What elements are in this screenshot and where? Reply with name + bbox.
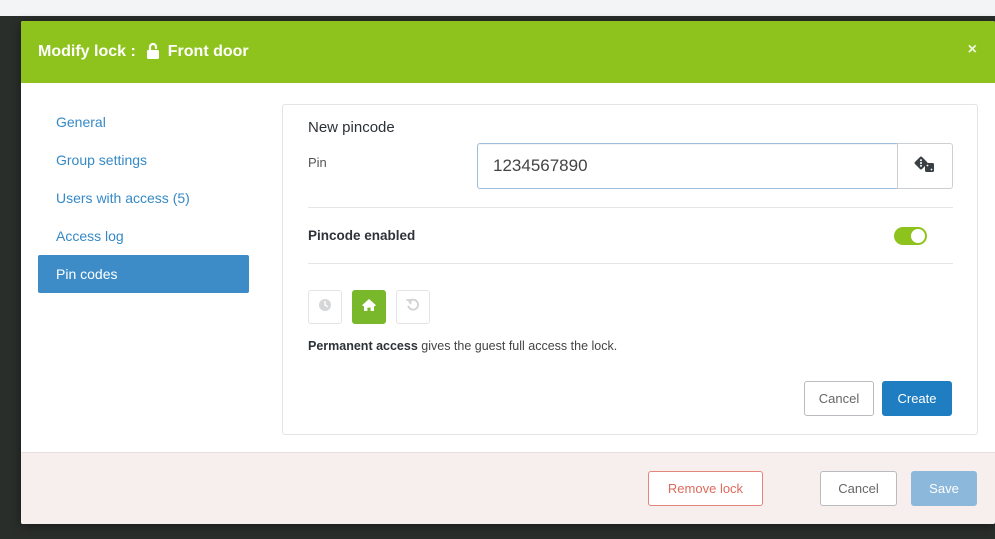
- save-button[interactable]: Save: [911, 471, 977, 506]
- close-icon[interactable]: ×: [968, 41, 977, 59]
- cancel-pincode-button[interactable]: Cancel: [804, 381, 874, 416]
- toggle-knob: [911, 229, 925, 243]
- clock-icon: [318, 298, 332, 317]
- divider: [308, 207, 953, 208]
- modal-footer: Remove lock Cancel Save: [21, 452, 995, 524]
- modal-title-lock-name: Front door: [167, 43, 249, 60]
- permanent-access-button[interactable]: [352, 290, 386, 324]
- sidebar-item-group-settings[interactable]: Group settings: [38, 141, 249, 179]
- access-description-text: gives the guest full access the lock.: [417, 339, 618, 353]
- modify-lock-modal: Modify lock : Front door × General Group…: [21, 21, 995, 524]
- create-pincode-button[interactable]: Create: [882, 381, 952, 416]
- new-pincode-panel: New pincode Pin Pincode enabled: [282, 104, 978, 435]
- modal-title-prefix: Modify lock :: [38, 43, 136, 60]
- temporary-access-button[interactable]: [308, 290, 342, 324]
- sidebar-item-users-with-access[interactable]: Users with access (5): [38, 179, 249, 217]
- panel-title: New pincode: [308, 119, 395, 136]
- divider: [308, 263, 953, 264]
- pin-input[interactable]: [477, 143, 898, 189]
- sidebar-nav: General Group settings Users with access…: [38, 103, 249, 293]
- sidebar-item-general[interactable]: General: [38, 103, 249, 141]
- page-background-top: [0, 0, 995, 16]
- access-description-bold: Permanent access: [308, 339, 418, 353]
- pincode-enabled-label: Pincode enabled: [308, 228, 416, 243]
- sidebar-item-access-log[interactable]: Access log: [38, 217, 249, 255]
- pin-label: Pin: [308, 155, 327, 170]
- recurring-access-button[interactable]: [396, 290, 430, 324]
- unlocked-padlock-icon: [146, 42, 160, 60]
- generate-pin-button[interactable]: [897, 143, 953, 189]
- cancel-button[interactable]: Cancel: [820, 471, 897, 506]
- dice-icon: [914, 155, 936, 178]
- remove-lock-button[interactable]: Remove lock: [648, 471, 763, 506]
- pincode-enabled-toggle[interactable]: [894, 227, 927, 245]
- recurring-icon: [405, 297, 421, 318]
- access-description: Permanent access gives the guest full ac…: [308, 339, 617, 353]
- modal-header: Modify lock : Front door ×: [21, 21, 995, 83]
- home-icon: [361, 298, 377, 317]
- sidebar-item-pin-codes[interactable]: Pin codes: [38, 255, 249, 293]
